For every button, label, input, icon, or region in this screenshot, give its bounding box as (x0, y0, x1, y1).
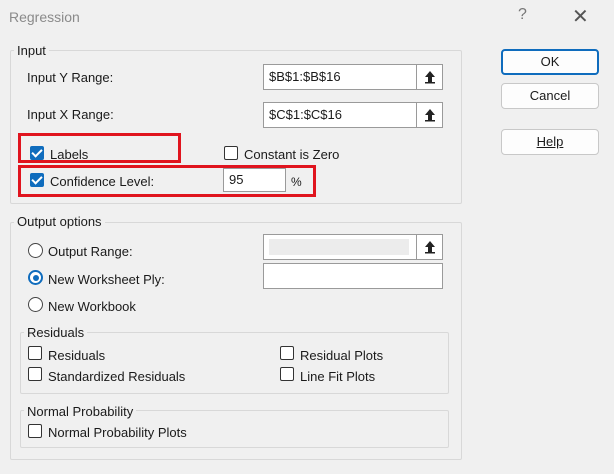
residual-plots-checkbox[interactable] (280, 346, 294, 360)
line-fit-plots-label: Line Fit Plots (300, 369, 376, 384)
new-worksheet-ply-label: New Worksheet Ply: (48, 272, 165, 287)
normal-probability-plots-label: Normal Probability Plots (48, 425, 187, 440)
input-y-range-label: Input Y Range: (27, 70, 114, 85)
standardized-residuals-label: Standardized Residuals (48, 369, 186, 384)
normal-probability-legend: Normal Probability (24, 404, 137, 419)
input-x-range-value: $C$1:$C$16 (269, 107, 342, 122)
residuals-group (20, 332, 449, 394)
input-x-range-field[interactable]: $C$1:$C$16 (263, 102, 443, 128)
new-workbook-label: New Workbook (48, 299, 136, 314)
input-x-range-label: Input X Range: (27, 107, 114, 122)
collapse-dialog-icon[interactable] (416, 235, 442, 259)
collapse-dialog-icon[interactable] (416, 65, 442, 89)
percent-sign: % (291, 175, 302, 189)
close-icon[interactable]: ✕ (572, 4, 589, 29)
ok-button[interactable]: OK (501, 49, 599, 75)
new-worksheet-ply-field[interactable] (263, 263, 443, 289)
output-range-field[interactable] (263, 234, 443, 260)
confidence-level-checkbox[interactable] (30, 173, 44, 187)
constant-zero-label: Constant is Zero (244, 147, 340, 162)
dialog-title: Regression (9, 9, 80, 25)
help-button-label: Help (536, 134, 564, 149)
input-legend: Input (14, 43, 49, 58)
input-y-range-field[interactable]: $B$1:$B$16 (263, 64, 443, 90)
confidence-level-input[interactable]: 95 (223, 168, 286, 192)
collapse-dialog-icon[interactable] (416, 103, 442, 127)
constant-zero-checkbox[interactable] (224, 146, 238, 160)
cancel-button[interactable]: Cancel (501, 83, 599, 109)
output-range-disabled-area (269, 239, 409, 255)
confidence-level-label: Confidence Level: (50, 174, 155, 189)
residuals-label: Residuals (48, 348, 106, 363)
help-button[interactable]: Help (501, 129, 599, 155)
labels-label: Labels (50, 147, 89, 162)
residuals-legend: Residuals (24, 325, 88, 340)
input-y-range-value: $B$1:$B$16 (269, 69, 341, 84)
normal-probability-plots-checkbox[interactable] (28, 424, 42, 438)
output-range-label: Output Range: (48, 244, 133, 259)
new-workbook-radio[interactable] (28, 297, 43, 312)
output-options-legend: Output options (14, 214, 105, 229)
help-icon[interactable]: ? (518, 6, 527, 24)
standardized-residuals-checkbox[interactable] (28, 367, 42, 381)
residual-plots-label: Residual Plots (300, 348, 384, 363)
line-fit-plots-checkbox[interactable] (280, 367, 294, 381)
new-worksheet-ply-radio[interactable] (28, 270, 43, 285)
output-range-radio[interactable] (28, 243, 43, 258)
residuals-checkbox[interactable] (28, 346, 42, 360)
labels-checkbox[interactable] (30, 146, 44, 160)
